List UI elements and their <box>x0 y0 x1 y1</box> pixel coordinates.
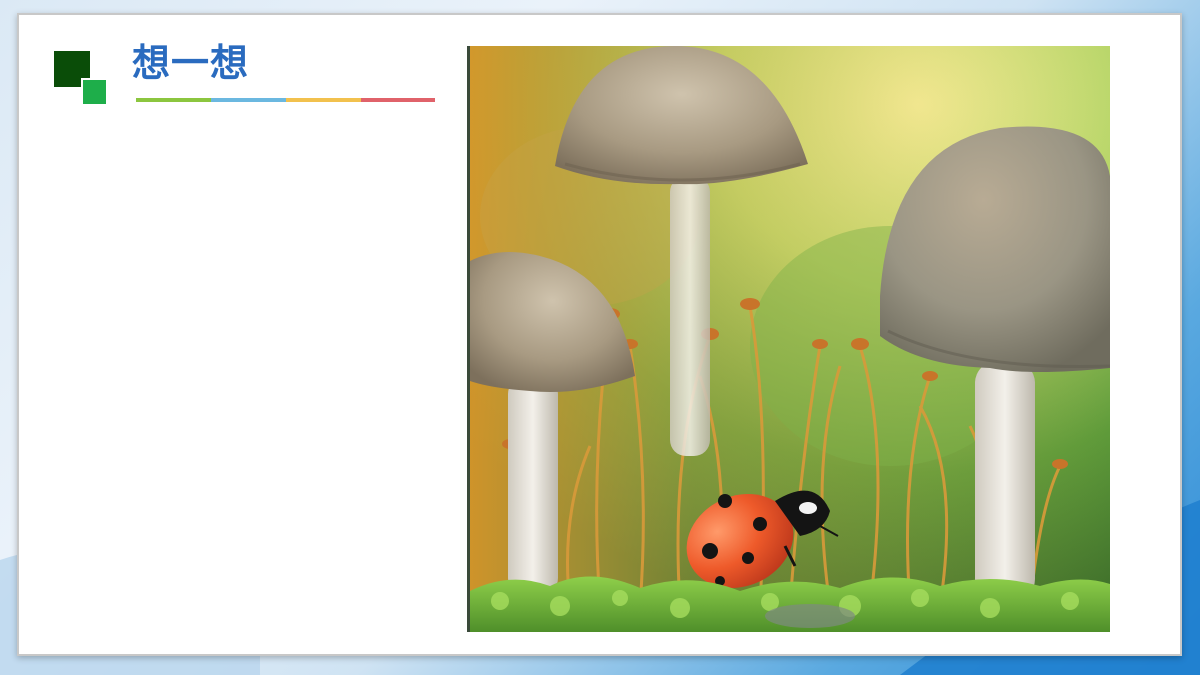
title-underline-red <box>361 98 435 102</box>
logo-square-light <box>81 78 106 104</box>
page-title: 想一想 <box>132 41 250 85</box>
mushroom-ladybug-photo <box>467 46 1110 632</box>
title-underline-yellow <box>286 98 361 102</box>
title-underline-green <box>136 98 211 102</box>
title-underline-blue <box>211 98 286 102</box>
slide-panel: 想一想 <box>17 13 1182 656</box>
